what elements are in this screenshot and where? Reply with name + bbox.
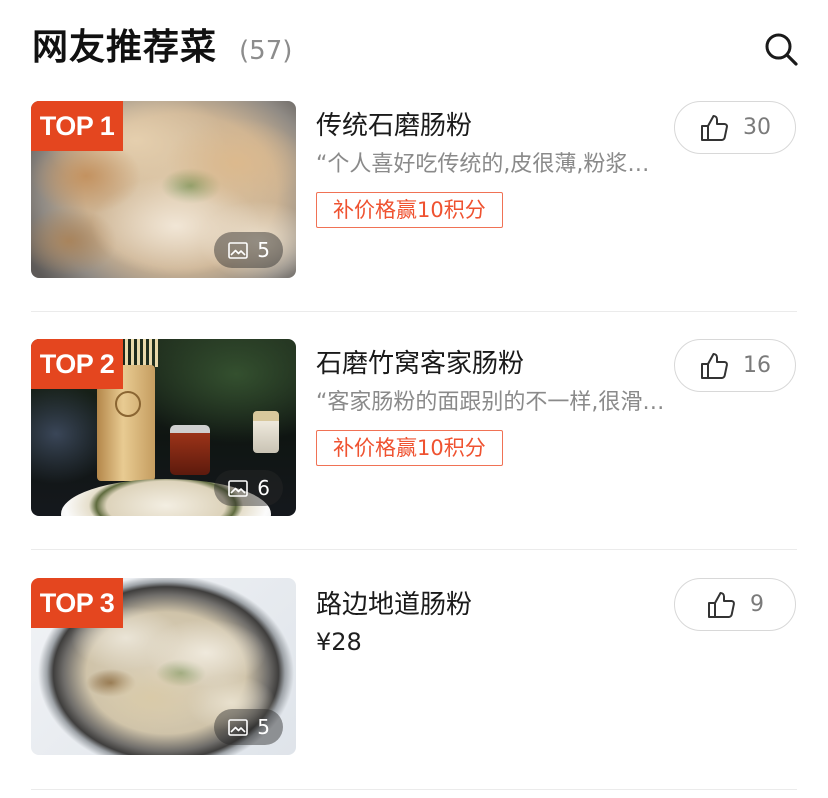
photo-count-badge: 5 [214,232,283,268]
like-button[interactable]: 30 [674,101,796,154]
sauce-jar-shape [170,425,210,475]
dish-name: 传统石磨肠粉 [316,111,473,141]
thumbs-up-icon [701,114,728,141]
like-count: 16 [743,353,771,378]
photo-count-badge: 5 [214,709,283,745]
thumbs-up-icon [701,352,728,379]
tube-logo-shape [115,391,141,417]
review-snippet: “个人喜好吃传统的,皮很薄,粉浆… [316,152,650,177]
image-icon [228,241,249,259]
dish-name: 石磨竹窝客家肠粉 [316,349,525,379]
search-button[interactable] [763,31,799,67]
bottle-shape [253,411,279,453]
section-title: 网友推荐菜 [32,27,218,68]
review-snippet: “客家肠粉的面跟别的不一样,很滑… [316,390,665,415]
like-button[interactable]: 16 [674,339,796,392]
image-icon [228,718,249,736]
photo-count: 5 [257,238,270,262]
add-price-button[interactable]: 补价格赢10积分 [316,430,503,466]
dish-price: ¥28 [316,628,362,656]
like-count: 30 [743,115,771,140]
dish-item[interactable]: TOP 1 5 传统石磨肠粉 “个人喜好吃传统的,皮很薄,粉浆… 补价格赢10积… [0,101,828,279]
rank-badge: TOP 2 [31,339,123,389]
like-count: 9 [750,592,764,617]
divider [31,789,797,790]
photo-count-badge: 6 [214,470,283,506]
dish-name: 路边地道肠粉 [316,590,473,620]
photo-count: 5 [257,715,270,739]
dish-photo[interactable]: TOP 2 6 [31,339,296,516]
dish-item[interactable]: TOP 3 5 路边地道肠粉 ¥28 9 [0,578,828,756]
thumbs-up-icon [708,591,735,618]
chopsticks-shape [119,339,161,367]
rank-badge: TOP 3 [31,578,123,628]
divider [31,311,797,312]
dish-photo[interactable]: TOP 1 5 [31,101,296,278]
photo-count: 6 [257,476,270,500]
recommendation-count: (57) [239,36,293,66]
rank-badge: TOP 1 [31,101,123,151]
add-price-button[interactable]: 补价格赢10积分 [316,192,503,228]
dish-photo[interactable]: TOP 3 5 [31,578,296,755]
image-icon [228,479,249,497]
section-header: 网友推荐菜 (57) [32,26,292,73]
dish-item[interactable]: TOP 2 6 石磨竹窝客家肠粉 “客家肠粉的面跟别的不一样,很滑… 补价格赢1… [0,339,828,517]
like-button[interactable]: 9 [674,578,796,631]
search-icon [765,33,798,66]
divider [31,549,797,550]
